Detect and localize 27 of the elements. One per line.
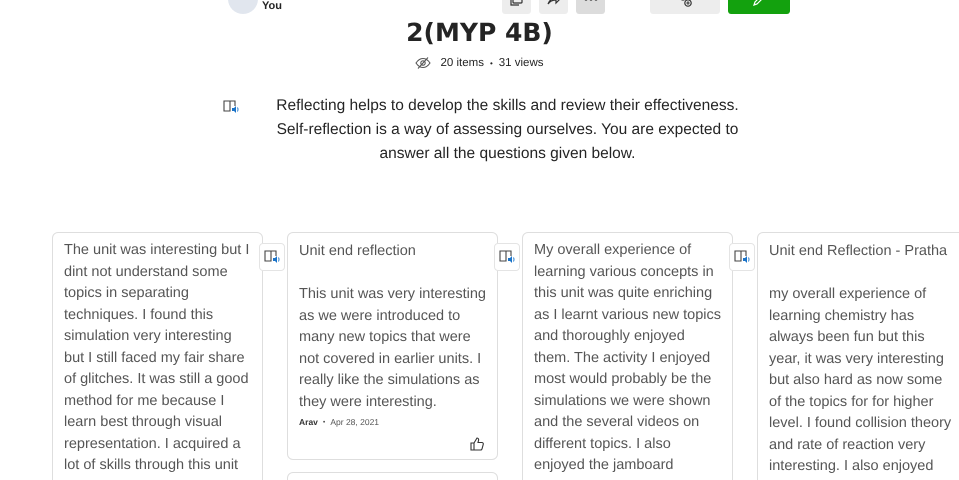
reader-speaker-icon bbox=[264, 250, 280, 264]
reader-speaker-icon bbox=[734, 250, 750, 264]
description-text: Reflecting helps to develop the skills and review their effectiveness. Self-reflection is a way of assessing ourselves. You are expected to answer all the questions given below. bbox=[275, 96, 740, 164]
view-count: 31 views bbox=[498, 57, 544, 69]
immersive-reader-button[interactable] bbox=[259, 243, 285, 271]
post-title: Unit end Reflection - Pratha bbox=[769, 242, 948, 261]
post-card[interactable] bbox=[287, 232, 498, 460]
post-author: Arav bbox=[299, 417, 318, 427]
reader-speaker-icon bbox=[499, 250, 515, 264]
reader-speaker-icon bbox=[222, 100, 238, 114]
separator-dot: • bbox=[490, 58, 493, 68]
post-title: Unit end reflection bbox=[299, 242, 417, 261]
post-card[interactable] bbox=[522, 232, 733, 480]
thumbs-up-icon[interactable] bbox=[470, 437, 484, 451]
post-body: This unit was very interesting as we were introduced to many new topics that were not covered in earlier units. I really like the simulations as they were interesting. bbox=[299, 285, 486, 412]
immersive-reader-button[interactable] bbox=[729, 243, 755, 271]
post-card[interactable] bbox=[52, 232, 263, 480]
post-body: The unit was interesting but I dint not understand some topics in separating techniques. I found this simulation very interesting but I still faced my fair share of glitches. It was still a good method for me because I learn best through visual representation. I acquired a lot of skills through this unit bbox=[64, 241, 250, 475]
post-body: My overall experience of learning various concepts in this unit was quite enriching as I learnt various new topics and thoroughly enjoyed them. The activity I enjoyed most would probably be the simulations we were shown and the several videos on different topics. I also enjoyed the jamboard bbox=[534, 241, 721, 475]
item-count: 20 items bbox=[440, 57, 484, 69]
eye-off-icon bbox=[415, 57, 432, 69]
page-title: 2(MYP 4B) bbox=[405, 18, 554, 48]
user-name: You bbox=[262, 0, 282, 12]
post-body: my overall experience of learning chemistry has always been fun but this year, it was very interesting but also hard as now some of the topics for for higher level. I found collision theory and rate of reaction very interesting. I also enjoyed bbox=[769, 285, 952, 476]
immersive-reader-button[interactable] bbox=[494, 243, 520, 271]
post-card[interactable] bbox=[757, 232, 959, 480]
post-date: Apr 28, 2021 bbox=[330, 417, 380, 427]
